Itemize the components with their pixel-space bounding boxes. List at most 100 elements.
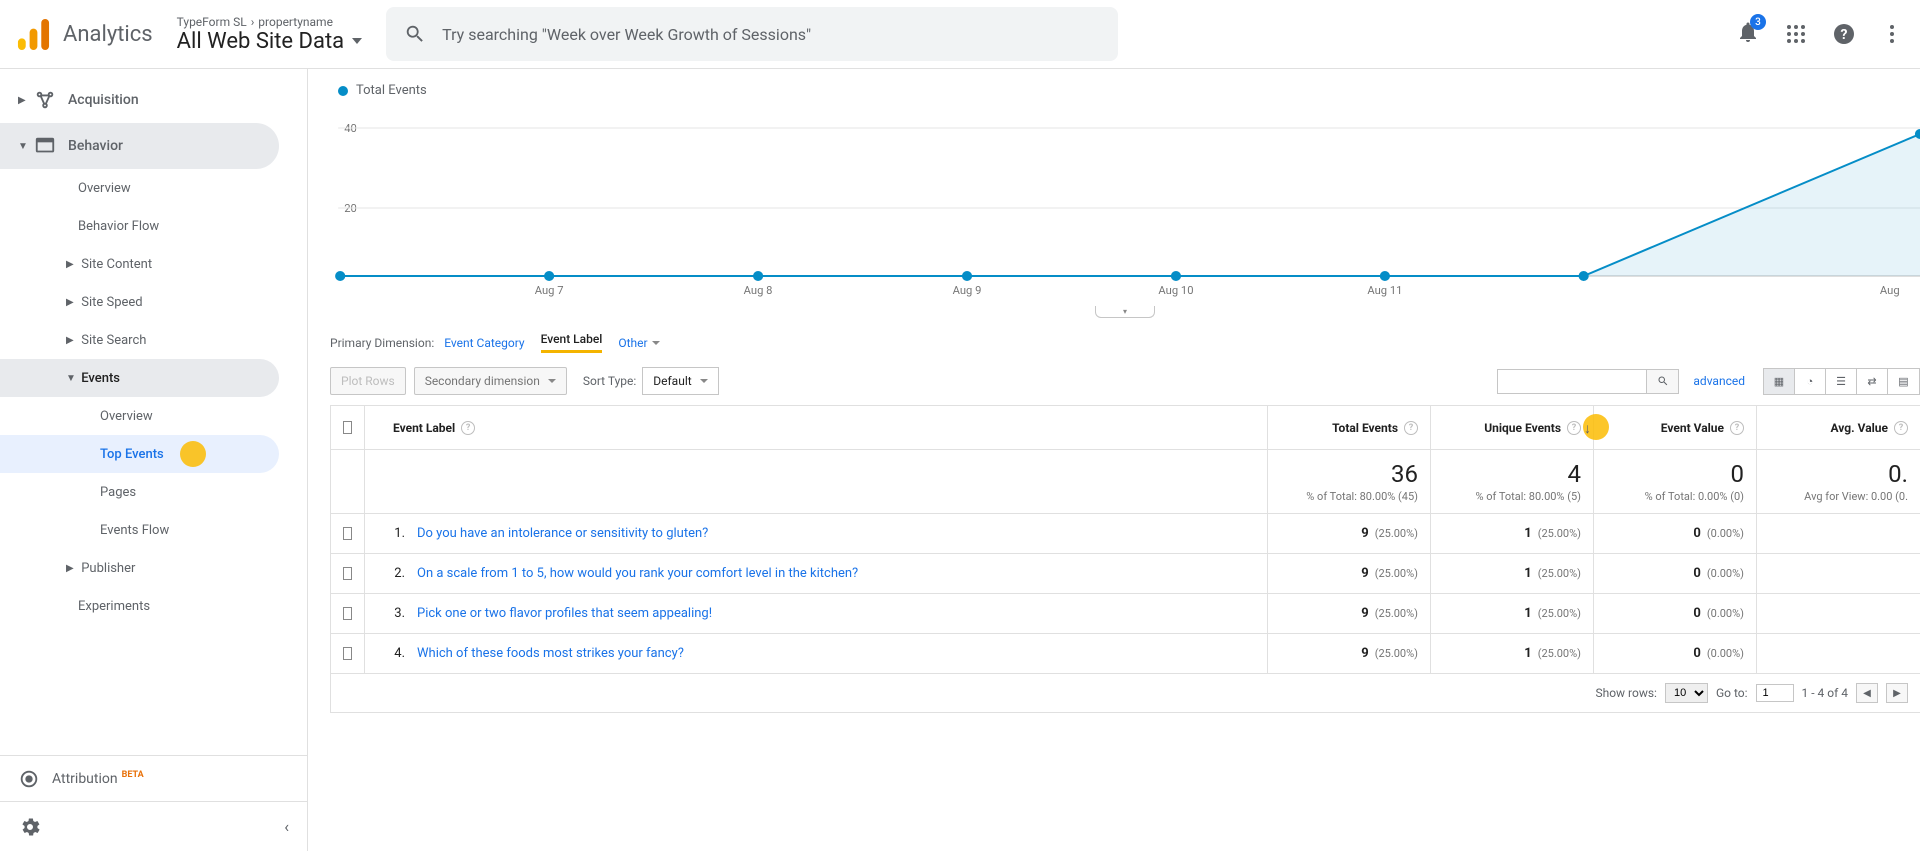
table-header: Event Label? Total Events? Unique Events…	[331, 406, 1920, 450]
secondary-dimension-button[interactable]: Secondary dimension	[414, 367, 567, 395]
sec-dim-label: Secondary dimension	[425, 374, 540, 388]
svg-text:Aug 8: Aug 8	[744, 284, 773, 297]
row-checkbox[interactable]	[343, 527, 352, 540]
col-total-events[interactable]: Total Events?	[1268, 406, 1431, 449]
chart-legend: Total Events	[338, 83, 1920, 98]
row-label-cell: 1. Do you have an intolerance or sensitiv…	[365, 514, 1268, 553]
select-all-checkbox[interactable]	[343, 421, 352, 434]
dimension-event-category[interactable]: Event Category	[444, 336, 524, 350]
row-label-link[interactable]: Which of these foods most strikes your f…	[417, 646, 684, 661]
row-label-cell: 3. Pick one or two flavor profiles that s…	[365, 594, 1268, 633]
notifications-button[interactable]: 3	[1736, 20, 1760, 48]
prev-page-button[interactable]: ◀	[1856, 683, 1878, 703]
sidebar: ▶ Acquisition ▼ Behavior Overview Behavi…	[0, 69, 308, 851]
view-pie-icon[interactable]: ◔	[1795, 369, 1826, 394]
col-unique-events[interactable]: Unique Events? ↓	[1431, 406, 1594, 449]
sidebar-item-attribution[interactable]: Attribution BETA	[0, 755, 307, 801]
view-compare-icon[interactable]: ⇄	[1857, 369, 1888, 394]
nav-label: Behavior	[68, 138, 123, 154]
sidebar-item-site-search[interactable]: ▶ Site Search	[0, 321, 307, 359]
sidebar-item-acquisition[interactable]: ▶ Acquisition	[0, 77, 307, 123]
sort-type-select[interactable]: Default	[642, 367, 718, 395]
header-actions: 3 ?	[1736, 20, 1904, 48]
table-search-input[interactable]	[1497, 369, 1647, 394]
row-checkbox[interactable]	[343, 607, 352, 620]
row-label-link[interactable]: Pick one or two flavor profiles that see…	[417, 606, 712, 621]
search-input[interactable]: Try searching "Week over Week Growth of …	[386, 7, 1118, 61]
content-area: Total Events 40 20 Aug 7 Aug 8 Aug 9 Aug…	[308, 69, 1920, 851]
next-page-button[interactable]: ▶	[1886, 683, 1908, 703]
sidebar-item-site-content[interactable]: ▶ Site Content	[0, 245, 307, 283]
chart-expand-handle[interactable]: ▾	[1095, 306, 1155, 318]
row-label-link[interactable]: Do you have an intolerance or sensitivit…	[417, 526, 708, 541]
help-icon[interactable]: ?	[1832, 22, 1856, 46]
caret-right-icon: ▶	[66, 259, 78, 270]
collapse-sidebar-button[interactable]: ‹	[284, 817, 289, 836]
sidebar-item-overview[interactable]: Overview	[0, 169, 307, 207]
nav-label: Publisher	[81, 561, 135, 576]
summary-value: 36	[1391, 460, 1418, 488]
view-bars-icon[interactable]: ☰	[1826, 369, 1857, 394]
col-event-label[interactable]: Event Label?	[365, 406, 1268, 449]
nav: ▶ Acquisition ▼ Behavior Overview Behavi…	[0, 69, 307, 755]
app-logo[interactable]: Analytics	[16, 17, 153, 52]
hint-icon[interactable]: ?	[461, 421, 475, 435]
show-rows-label: Show rows:	[1595, 686, 1656, 700]
more-icon[interactable]	[1880, 22, 1904, 46]
row-total-events: 9(25.00%)	[1268, 594, 1431, 633]
row-event-value: 0(0.00%)	[1594, 634, 1757, 673]
sidebar-footer: ‹	[0, 801, 307, 851]
plot-rows-button[interactable]: Plot Rows	[330, 367, 406, 395]
row-label-link[interactable]: On a scale from 1 to 5, how would you ra…	[417, 566, 858, 581]
row-avg-value	[1757, 634, 1920, 673]
sidebar-item-pages[interactable]: Pages	[0, 473, 307, 511]
line-chart: 40 20 Aug 7 Aug 8 Aug 9 Aug 10 Aug 11 Au…	[330, 104, 1920, 304]
sidebar-item-top-events[interactable]: Top Events	[0, 435, 279, 473]
table-row: 4.Which of these foods most strikes your…	[331, 634, 1920, 674]
go-to-input[interactable]	[1756, 684, 1794, 702]
row-checkbox-cell	[331, 594, 365, 633]
sidebar-item-behavior[interactable]: ▼ Behavior	[0, 123, 279, 169]
sidebar-item-events[interactable]: ▼ Events	[0, 359, 279, 397]
row-checkbox-cell	[331, 634, 365, 673]
sidebar-item-events-flow[interactable]: Events Flow	[0, 511, 307, 549]
table-summary-row: 36% of Total: 80.00% (45) 4% of Total: 8…	[331, 450, 1920, 514]
sort-type-label: Sort Type:	[583, 374, 636, 388]
hint-icon[interactable]: ?	[1404, 421, 1418, 435]
svg-text:Aug: Aug	[1880, 284, 1900, 297]
view-selector: All Web Site Data	[177, 29, 362, 54]
gear-icon[interactable]	[18, 815, 42, 839]
row-index: 3.	[381, 606, 405, 621]
advanced-link[interactable]: advanced	[1693, 374, 1745, 388]
col-event-value[interactable]: Event Value?	[1594, 406, 1757, 449]
row-index: 1.	[381, 526, 405, 541]
row-checkbox[interactable]	[343, 567, 352, 580]
row-checkbox[interactable]	[343, 647, 352, 660]
dimension-other[interactable]: Other	[618, 336, 659, 350]
sidebar-item-events-overview[interactable]: Overview	[0, 397, 307, 435]
show-rows-select[interactable]: 10	[1665, 683, 1708, 703]
table-search-button[interactable]	[1647, 369, 1679, 394]
summary-value: 0.	[1888, 460, 1908, 488]
sidebar-item-experiments[interactable]: Experiments	[0, 587, 307, 625]
apps-icon[interactable]	[1784, 22, 1808, 46]
view-table-icon[interactable]: ▦	[1764, 369, 1795, 394]
attribution-icon	[18, 768, 40, 790]
view-pivot-icon[interactable]: ▤	[1888, 369, 1919, 394]
row-checkbox-cell	[331, 514, 365, 553]
nav-label: Site Speed	[81, 295, 142, 310]
sidebar-item-site-speed[interactable]: ▶ Site Speed	[0, 283, 307, 321]
property-selector[interactable]: TypeForm SL › propertyname All Web Site …	[177, 15, 362, 54]
sidebar-item-behavior-flow[interactable]: Behavior Flow	[0, 207, 307, 245]
sidebar-item-publisher[interactable]: ▶ Publisher	[0, 549, 307, 587]
summary-total-events: 36% of Total: 80.00% (45)	[1268, 450, 1431, 513]
range-label: 1 - 4 of 4	[1802, 686, 1848, 700]
table-row: 3. Pick one or two flavor profiles that s…	[331, 594, 1920, 634]
highlight-dot-icon	[180, 441, 206, 467]
dimension-event-label[interactable]: Event Label	[541, 332, 603, 353]
hint-icon[interactable]: ?	[1894, 421, 1908, 435]
col-avg-value[interactable]: Avg. Value?	[1757, 406, 1920, 449]
hint-icon[interactable]: ?	[1567, 421, 1581, 435]
row-label-cell: 2.On a scale from 1 to 5, how would you …	[365, 554, 1268, 593]
hint-icon[interactable]: ?	[1730, 421, 1744, 435]
